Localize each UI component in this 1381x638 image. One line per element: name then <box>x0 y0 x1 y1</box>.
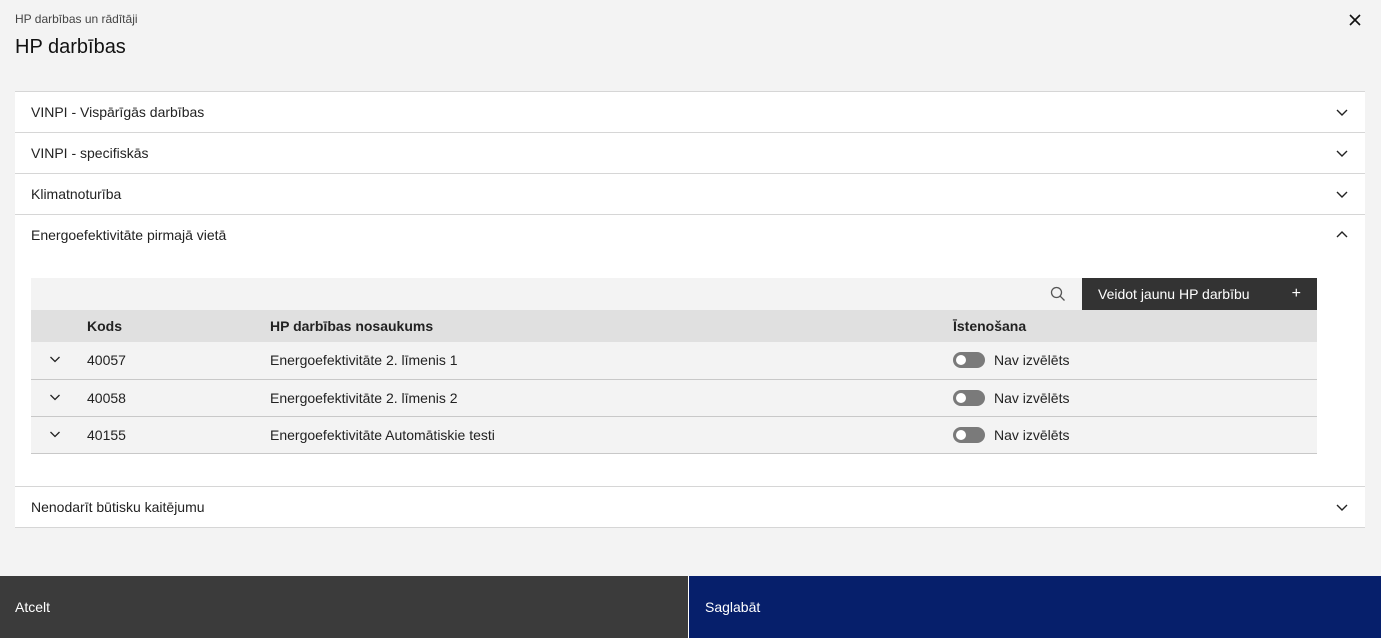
chevron-down-icon[interactable] <box>49 391 61 403</box>
implementation-toggle[interactable] <box>953 389 985 406</box>
accordion-header-label: Nenodarīt būtisku kaitējumu <box>31 498 205 515</box>
accordion-body: Veidot jaunu HP darbību + Kods HP darbīb… <box>15 255 1365 486</box>
implementation-cell: Nav izvēlēts <box>953 342 1317 379</box>
table-row: 40155 Energoefektivitāte Automātiskie te… <box>31 416 1317 453</box>
accordion-section: Klimatnoturība <box>15 174 1365 215</box>
table-row: 40057 Energoefektivitāte 2. līmenis 1 Na… <box>31 342 1317 379</box>
accordion-header-vinpi-general[interactable]: VINPI - Vispārīgās darbības <box>15 92 1365 132</box>
toggle-label: Nav izvēlēts <box>994 426 1070 443</box>
chevron-down-icon <box>1336 109 1348 116</box>
implementation-column-header[interactable]: Īstenošana <box>953 310 1317 342</box>
name-column-header[interactable]: HP darbības nosaukums <box>270 310 953 342</box>
name-cell: Energoefektivitāte 2. līmenis 1 <box>270 352 458 369</box>
chevron-up-icon <box>1336 231 1348 238</box>
code-column-header[interactable]: Kods <box>87 310 270 342</box>
expand-cell <box>31 379 87 416</box>
implementation-toggle-group: Nav izvēlēts <box>953 352 1317 369</box>
breadcrumb: HP darbības un rādītāji <box>15 12 138 26</box>
new-hp-action-label: Veidot jaunu HP darbību <box>1098 286 1250 302</box>
expand-column-header <box>31 310 87 342</box>
hp-actions-table: Kods HP darbības nosaukums Īstenošana 40… <box>31 310 1317 454</box>
code-cell: 40058 <box>87 389 126 406</box>
implementation-toggle[interactable] <box>953 426 985 443</box>
implementation-toggle-group: Nav izvēlēts <box>953 426 1317 443</box>
expand-cell <box>31 416 87 453</box>
accordion-header-label: Klimatnoturība <box>31 186 122 202</box>
code-cell: 40057 <box>87 352 126 369</box>
accordion-section: VINPI - Vispārīgās darbības <box>15 92 1365 133</box>
table-header-row: Kods HP darbības nosaukums Īstenošana <box>31 310 1317 342</box>
implementation-toggle[interactable] <box>953 352 985 369</box>
chevron-down-icon <box>1336 504 1348 511</box>
chevron-down-icon[interactable] <box>49 428 61 440</box>
close-icon <box>1349 14 1361 26</box>
accordion-header-energy[interactable]: Energoefektivitāte pirmajā vietā <box>15 215 1365 255</box>
close-button[interactable] <box>1347 12 1363 28</box>
new-hp-action-button[interactable]: Veidot jaunu HP darbību + <box>1082 278 1317 310</box>
name-cell: Energoefektivitāte 2. līmenis 2 <box>270 389 458 406</box>
table-toolbar: Veidot jaunu HP darbību + <box>31 278 1317 310</box>
save-button[interactable]: Saglabāt <box>689 576 1381 638</box>
accordion-section: VINPI - specifiskās <box>15 133 1365 174</box>
footer: Atcelt Saglabāt <box>0 576 1381 638</box>
accordion-section: Nenodarīt būtisku kaitējumu <box>15 487 1365 528</box>
name-cell: Energoefektivitāte Automātiskie testi <box>270 426 495 443</box>
implementation-toggle-group: Nav izvēlēts <box>953 389 1317 406</box>
search-icon[interactable] <box>1050 286 1066 302</box>
accordion: VINPI - Vispārīgās darbības VINPI - spec… <box>15 91 1365 528</box>
header: HP darbības un rādītāji HP darbības <box>15 12 138 59</box>
chevron-down-icon[interactable] <box>49 353 61 365</box>
table-row: 40058 Energoefektivitāte 2. līmenis 2 Na… <box>31 379 1317 416</box>
cancel-button[interactable]: Atcelt <box>0 576 689 638</box>
accordion-header-dnsh[interactable]: Nenodarīt būtisku kaitējumu <box>15 487 1365 527</box>
toggle-label: Nav izvēlēts <box>994 389 1070 406</box>
plus-icon: + <box>1291 285 1301 302</box>
chevron-down-icon <box>1336 191 1348 198</box>
toggle-label: Nav izvēlēts <box>994 352 1070 369</box>
accordion-header-label: VINPI - Vispārīgās darbības <box>31 104 205 120</box>
accordion-header-climate[interactable]: Klimatnoturība <box>15 174 1365 214</box>
implementation-cell: Nav izvēlēts <box>953 416 1317 453</box>
page-title: HP darbības <box>15 36 126 58</box>
accordion-header-label: VINPI - specifiskās <box>31 145 149 161</box>
accordion-section-expanded: Energoefektivitāte pirmajā vietā Veidot … <box>15 215 1365 487</box>
expand-cell <box>31 342 87 379</box>
accordion-header-label: Energoefektivitāte pirmajā vietā <box>31 227 227 243</box>
implementation-cell: Nav izvēlēts <box>953 379 1317 416</box>
code-cell: 40155 <box>87 426 126 443</box>
chevron-down-icon <box>1336 150 1348 157</box>
accordion-header-vinpi-specific[interactable]: VINPI - specifiskās <box>15 133 1365 173</box>
